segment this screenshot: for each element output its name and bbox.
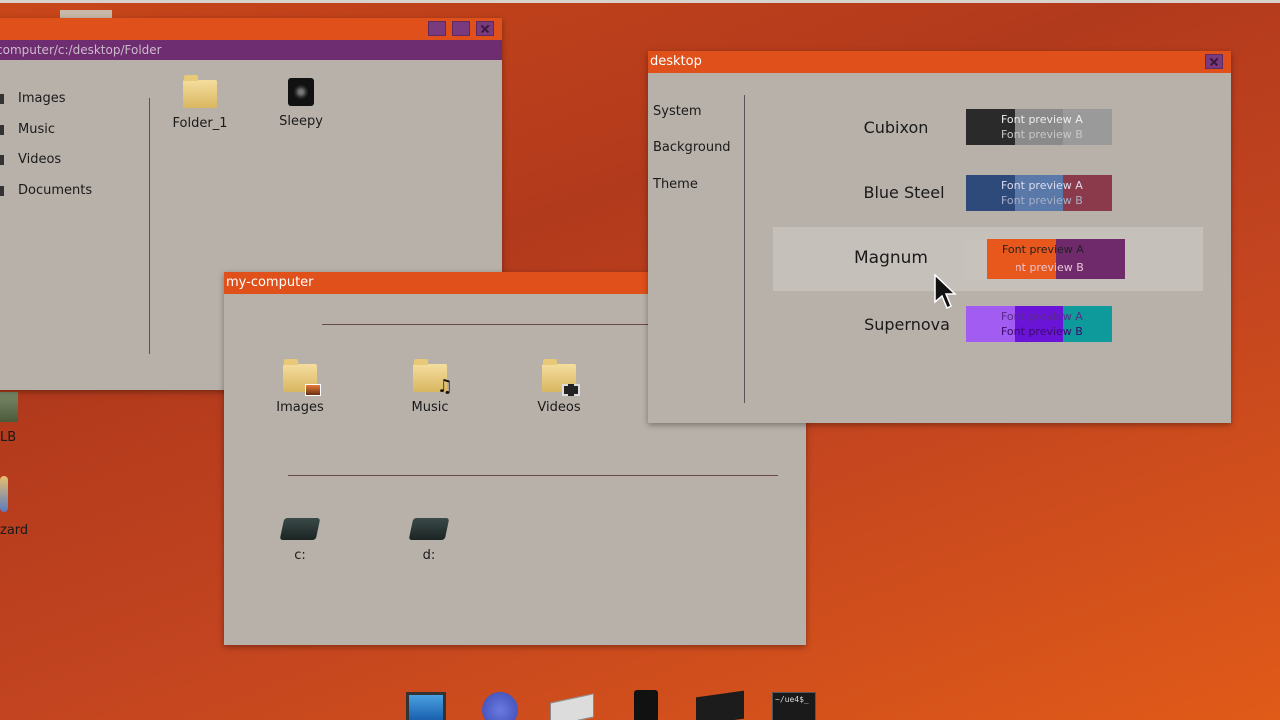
minimize-button[interactable] [428, 21, 446, 36]
font-preview-a: Font preview A [1001, 113, 1083, 126]
folder-item-images[interactable]: Images [255, 358, 345, 415]
folder-item-videos[interactable]: Videos [514, 358, 604, 415]
font-preview-b: Font preview B [1001, 194, 1083, 207]
document-icon [0, 186, 4, 196]
drive-item-d[interactable]: d: [384, 514, 474, 563]
dock-mail[interactable] [548, 688, 596, 720]
close-button[interactable] [476, 21, 494, 36]
folder-label: Music [411, 400, 449, 415]
file-item-sleepy[interactable]: Sleepy [256, 78, 346, 129]
videos-folder-icon [542, 359, 580, 396]
font-preview-a: Font preview A [1002, 243, 1084, 256]
window-title: my-computer [226, 275, 314, 290]
desktop-icon-thumbnail[interactable] [0, 392, 18, 422]
mouse-cursor-icon [934, 274, 957, 310]
font-preview-b: Font preview B [1001, 128, 1083, 141]
maximize-button[interactable] [452, 21, 470, 36]
menu-item-system[interactable]: System [653, 104, 701, 119]
drives-divider [288, 475, 778, 476]
theme-name-magnum[interactable]: Magnum [811, 248, 971, 268]
dock-media-player[interactable] [696, 688, 744, 720]
dock-terminal[interactable]: ~/ue4$_ [770, 688, 818, 720]
theme-swatch-supernova[interactable]: Font preview A Font preview B [966, 306, 1113, 342]
terminal-label: ~/ue4$_ [775, 695, 809, 704]
music-folder-icon: ♫ [413, 359, 453, 396]
menu-divider [744, 95, 745, 403]
drive-label: d: [422, 548, 436, 563]
dock-basket[interactable] [474, 688, 522, 720]
folder-label: Videos [537, 400, 581, 415]
desktop-icon-label[interactable]: zard [0, 523, 28, 538]
drive-label: c: [294, 548, 306, 563]
drive-icon [279, 518, 321, 540]
top-edge [0, 0, 1280, 3]
font-preview-a: Font preview A [1001, 310, 1083, 323]
sidebar-item-documents[interactable]: Documents [18, 183, 92, 198]
speaker-icon [288, 78, 314, 106]
media-player-icon [696, 690, 744, 720]
theme-name-cubixon[interactable]: Cubixon [816, 118, 976, 137]
menu-item-theme[interactable]: Theme [653, 177, 698, 192]
file-item-folder[interactable]: Folder_1 [155, 74, 245, 131]
sidebar-item-images[interactable]: Images [18, 91, 66, 106]
desktop-icon-image[interactable] [60, 10, 112, 18]
close-button[interactable] [1205, 54, 1223, 69]
file-label: Sleepy [279, 114, 323, 129]
desktop-window: desktop System Background Theme Cubixon … [648, 51, 1231, 423]
mail-icon [550, 693, 594, 720]
path-bar[interactable]: computer/c:/desktop/Folder [0, 40, 502, 60]
drive-item-c[interactable]: c: [255, 514, 345, 563]
theme-name-blue-steel[interactable]: Blue Steel [824, 183, 984, 202]
video-icon [0, 155, 4, 165]
font-preview-a: Font preview A [1001, 179, 1083, 192]
desktop-icon-label[interactable]: LB [0, 430, 16, 445]
theme-name-supernova[interactable]: Supernova [827, 315, 987, 334]
menu-item-background[interactable]: Background [653, 140, 731, 155]
computer-icon [406, 692, 446, 720]
dock: ~/ue4$_ [400, 688, 818, 720]
theme-swatch-magnum[interactable]: Font preview A Font preview B [964, 239, 1125, 279]
basket-icon [482, 692, 518, 720]
folder-icon [183, 75, 217, 108]
music-icon [0, 125, 4, 135]
sidebar-item-music[interactable]: Music [18, 122, 55, 137]
folder-label: Images [276, 400, 324, 415]
font-preview-b: Font preview B [1001, 325, 1083, 338]
sidebar-item-videos[interactable]: Videos [18, 152, 61, 167]
window-title: desktop [650, 54, 702, 69]
desktop-icon-wizard[interactable] [0, 476, 8, 512]
dock-speaker[interactable] [622, 688, 670, 720]
desktop-titlebar[interactable]: desktop [648, 51, 1231, 73]
folder-item-music[interactable]: ♫ Music [385, 358, 475, 415]
sidebar-divider [149, 98, 150, 354]
file-label: Folder_1 [172, 116, 228, 131]
folders-divider [322, 324, 652, 325]
folder-window-titlebar[interactable] [0, 18, 502, 40]
image-icon [0, 94, 4, 104]
theme-swatch-blue-steel[interactable]: Font preview A Font preview B [966, 175, 1113, 211]
speaker-icon [634, 690, 658, 720]
images-folder-icon [283, 359, 321, 396]
theme-swatch-cubixon[interactable]: Font preview A Font preview B [966, 109, 1113, 145]
dock-computer[interactable] [400, 688, 448, 720]
drive-icon [408, 518, 450, 540]
